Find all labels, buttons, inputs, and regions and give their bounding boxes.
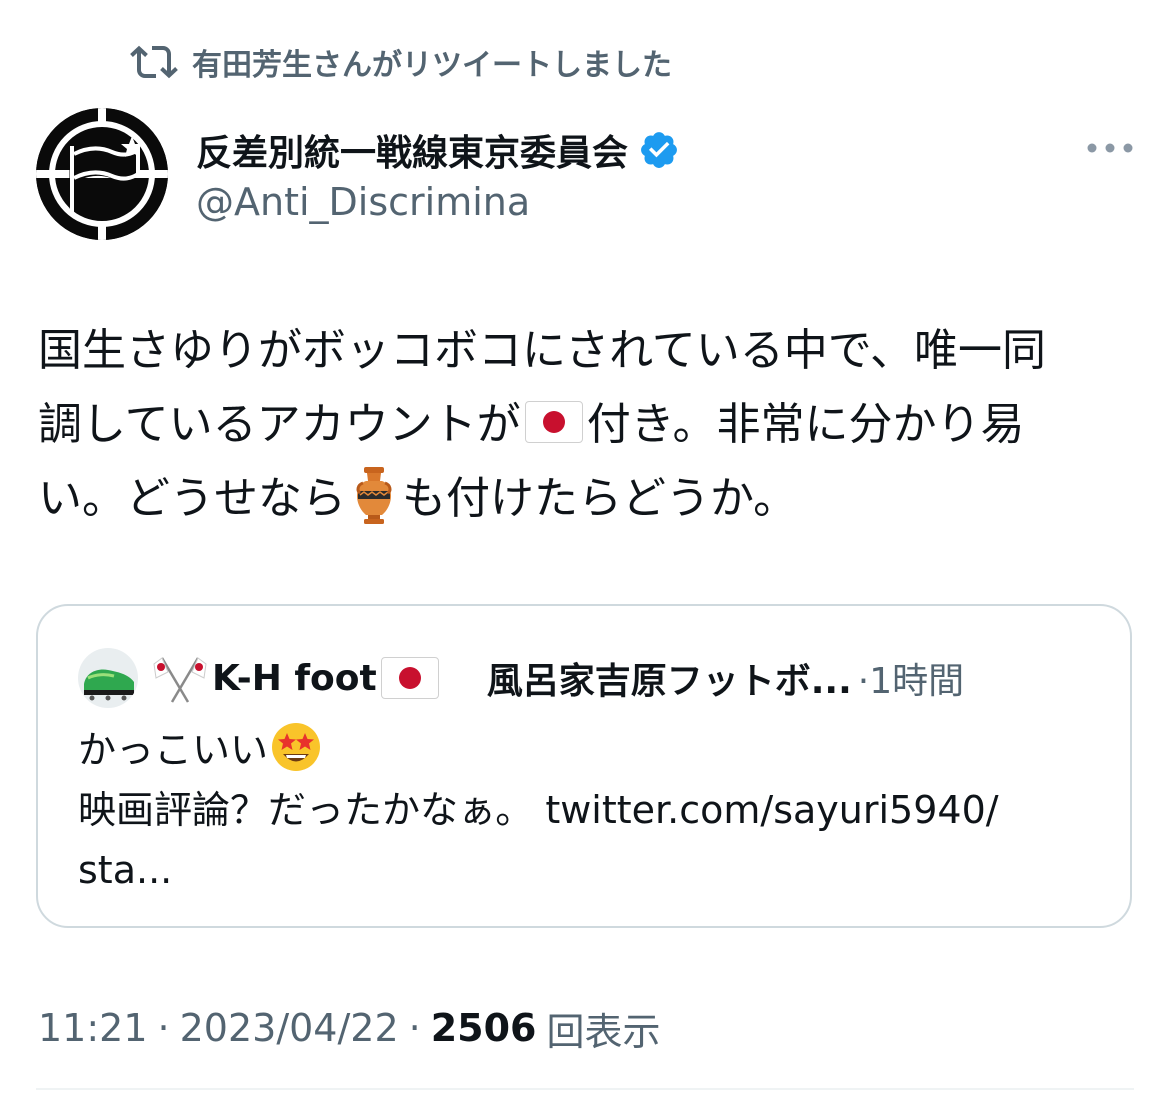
author-name-text: 反差別統一戦線東京委員会 xyxy=(196,133,629,174)
retweet-indicator[interactable]: 有田芳生さんがリツイートしました xyxy=(130,38,672,86)
tweet-line: い。どうせなら も付けたらどうか。 xyxy=(38,462,1138,536)
quoted-tweet-header: K-H foot 風呂家吉原フットボ... ·1時間 xyxy=(78,648,964,708)
tweet-text: 国生さゆりがボッコボコにされている中で、唯一同 調しているアカウントが 付き。非常… xyxy=(38,314,1138,536)
quote-line: sta... xyxy=(78,848,173,892)
author-avatar[interactable] xyxy=(36,108,168,240)
quoted-tweet-text: かっこいい 映画評論？だったかなぁ。 twitter.com/sayuri594… xyxy=(78,720,1108,900)
tweet-line-text: も付けたらどうか。 xyxy=(402,473,798,524)
amphora-emoji-icon xyxy=(356,467,392,524)
japan-flag-emoji-icon xyxy=(380,657,439,699)
quote-author-handle[interactable]: 風呂家吉原フットボ... xyxy=(487,652,852,704)
quote-line: かっこいい xyxy=(78,720,1108,780)
tweet-line-text: い。どうせなら xyxy=(38,473,346,524)
author-display-name[interactable]: 反差別統一戦線東京委員会 xyxy=(196,122,680,178)
views-count[interactable]: 2506 xyxy=(431,1006,537,1050)
author-handle[interactable]: @Anti_Discrimina xyxy=(196,180,530,224)
tweet-date[interactable]: 2023/04/22 xyxy=(180,1006,399,1050)
tweet-line-text: 調しているアカウントが xyxy=(38,399,521,450)
quote-line: 映画評論？だったかなぁ。 twitter.com/sayuri5940/ xyxy=(78,788,999,832)
tweet-meta: 11:21 · 2023/04/22 · 2506 回表示 xyxy=(38,1000,661,1056)
quote-line-text: かっこいい xyxy=(78,728,269,772)
verified-badge-icon xyxy=(641,132,677,168)
retweet-label: 有田芳生さんがリツイートしました xyxy=(192,48,672,83)
more-options-icon[interactable] xyxy=(1082,132,1138,164)
quoted-tweet-card[interactable]: K-H foot 風呂家吉原フットボ... ·1時間 かっこいい 映画評論？だっ… xyxy=(36,604,1132,928)
japan-flag-emoji-icon xyxy=(524,401,583,443)
antifa-logo-icon xyxy=(36,108,168,240)
meta-separator: · xyxy=(408,1006,421,1050)
star-struck-emoji-icon xyxy=(272,723,321,771)
divider xyxy=(36,1088,1134,1090)
meta-separator: · xyxy=(157,1006,170,1050)
quote-author-name[interactable]: K-H foot xyxy=(212,658,377,699)
tweet-line-text: 付き。非常に分かり易 xyxy=(586,399,1025,450)
quote-author-avatar[interactable] xyxy=(78,648,138,708)
tweet-line: 調しているアカウントが 付き。非常に分かり易 xyxy=(38,388,1138,462)
tweet-line: 国生さゆりがボッコボコにされている中で、唯一同 xyxy=(38,325,1047,376)
retweet-icon xyxy=(130,45,178,79)
crossed-flags-emoji-icon xyxy=(153,657,207,703)
soccer-shoe-icon xyxy=(78,648,138,708)
tweet-time[interactable]: 11:21 xyxy=(38,1006,148,1050)
views-label: 回表示 xyxy=(546,1009,661,1054)
quote-timestamp[interactable]: ·1時間 xyxy=(858,652,964,704)
